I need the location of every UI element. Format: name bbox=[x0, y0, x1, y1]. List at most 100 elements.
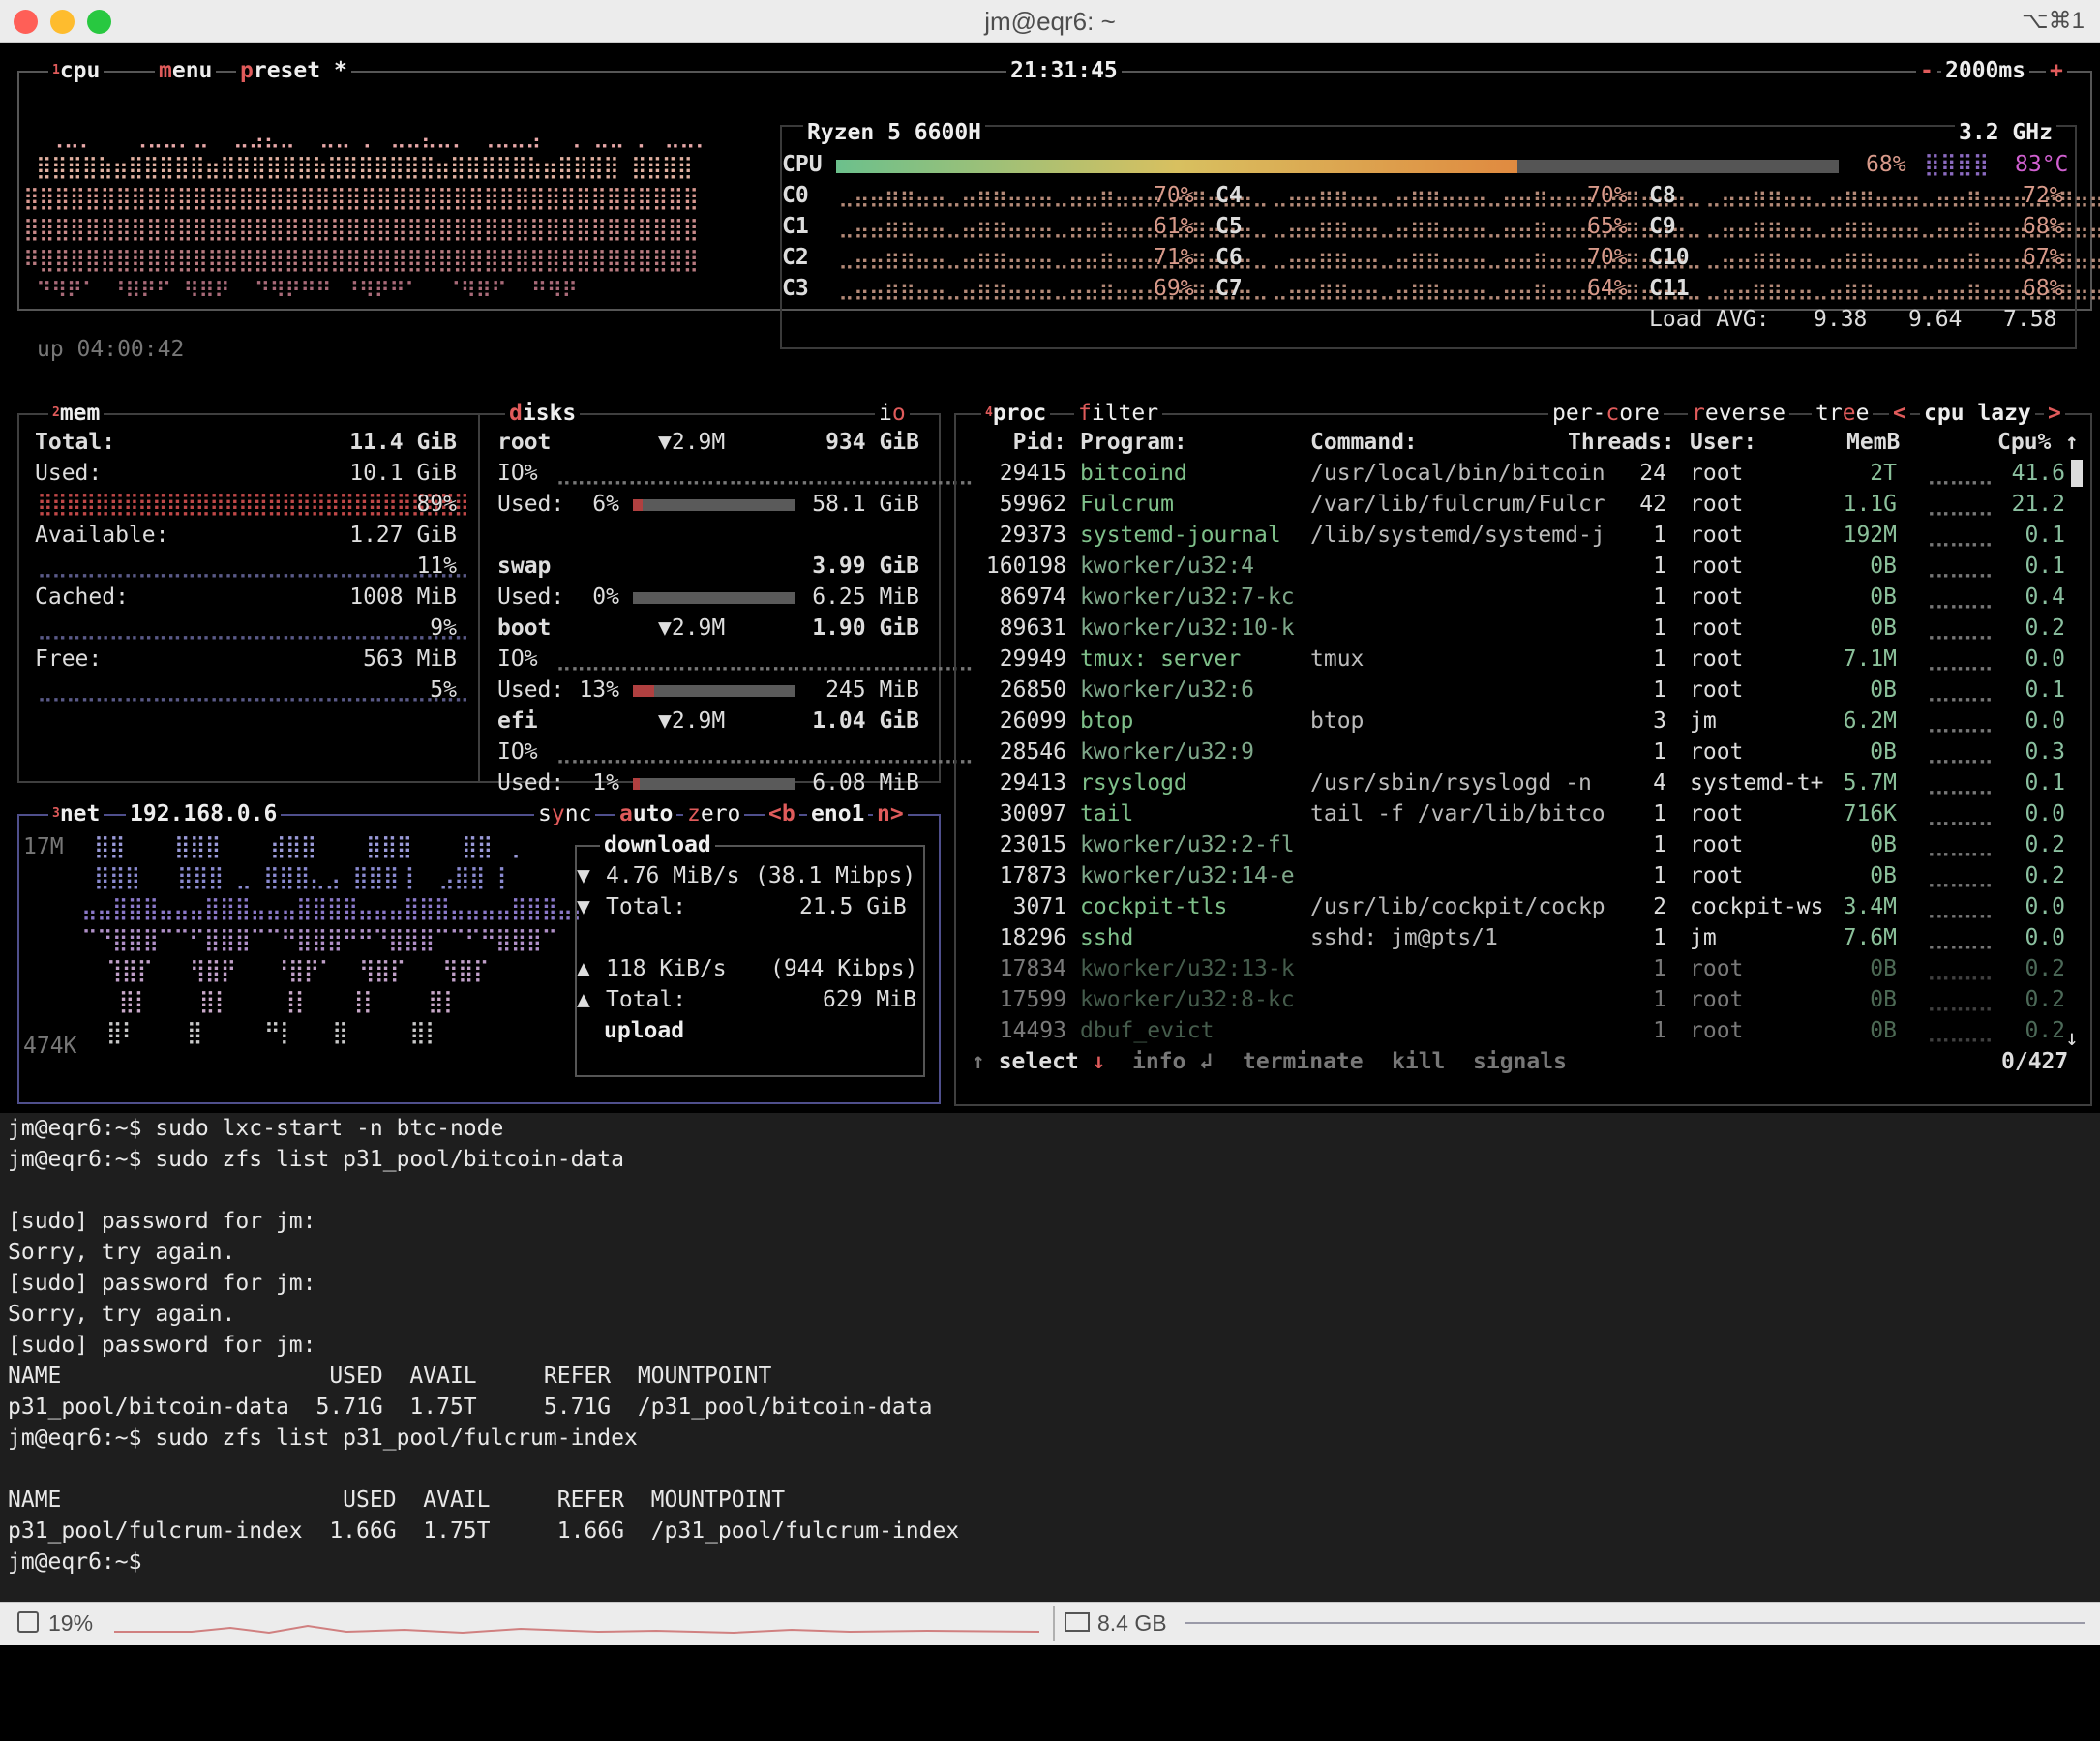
proc-cpu-graph: ⢀⣀⣀⣀⣀ bbox=[1920, 585, 1994, 610]
cpu-frequency: 3.2 GHz bbox=[1955, 119, 2056, 146]
proc-threads: 1 bbox=[1653, 646, 1666, 672]
process-row[interactable]: 29949 tmux: server tmux 1 root 7.1M ⢀⣀⣀⣀⣀ 0.0 bbox=[956, 645, 2069, 676]
interval-decrease-button[interactable]: - bbox=[1916, 57, 1937, 84]
preset-button[interactable]: preset * bbox=[236, 57, 351, 84]
proc-threads: 4 bbox=[1653, 770, 1666, 795]
disk-name[interactable]: swap bbox=[497, 553, 551, 580]
info-button[interactable]: info ↲ bbox=[1132, 1048, 1213, 1075]
core-percent: 70% bbox=[1154, 183, 1194, 208]
col-program[interactable]: Program: bbox=[1080, 429, 1187, 456]
shell-pane[interactable]: jm@eqr6:~$ sudo lxc-start -n btc-node jm@… bbox=[0, 1113, 2100, 1613]
status-divider bbox=[1053, 1606, 1055, 1641]
proc-pid: 29949 bbox=[999, 646, 1066, 672]
disk-name[interactable]: efi bbox=[497, 707, 538, 735]
load-avg-label: Load AVG: bbox=[1649, 307, 1770, 332]
process-row[interactable]: 160198 kworker/u32:4 1 root 0B ⢀⣀⣀⣀⣀ 0.1 bbox=[956, 553, 2069, 584]
kill-button[interactable]: kill bbox=[1392, 1048, 1445, 1075]
process-row[interactable]: 17599 kworker/u32:8-kc 1 root 0B ⢀⣀⣀⣀⣀ 0.2 bbox=[956, 986, 2069, 1017]
process-row[interactable]: 26099 btop btop 3 jm 6.2M ⢀⣀⣀⣀⣀ 0.0 bbox=[956, 707, 2069, 738]
sort-prev-button[interactable]: < bbox=[1889, 400, 1910, 427]
process-row[interactable]: 23015 kworker/u32:2-fl 1 root 0B ⢀⣀⣀⣀⣀ 0.2 bbox=[956, 831, 2069, 862]
proc-mem: 7.6M bbox=[1843, 925, 1897, 950]
terminate-button[interactable]: terminate bbox=[1243, 1048, 1364, 1075]
proc-mem: 0B bbox=[1870, 832, 1897, 857]
scroll-up-icon[interactable]: ↑ bbox=[2065, 429, 2079, 456]
proc-program: kworker/u32:14-e bbox=[1080, 863, 1295, 888]
proc-tab[interactable]: 4proc bbox=[981, 400, 1051, 427]
net-next-iface-button[interactable]: n> bbox=[873, 800, 908, 827]
signals-button[interactable]: signals bbox=[1473, 1048, 1567, 1075]
net-sync-button[interactable]: sync bbox=[534, 800, 596, 827]
proc-cpu: 0.1 bbox=[2025, 677, 2065, 703]
core-graph: ⣀⣤⣤⣶⣶⣤⣤⣀⣤⣶⣶⣤⣤⣤⣀⣤⣤⣶⣤⣤⣤⣀⣤⣶⣤⣤⣤⣀ bbox=[838, 276, 1269, 301]
per-core-toggle[interactable]: per-core bbox=[1548, 400, 1664, 427]
tmux-window-list[interactable]: [0] 0:btop* bbox=[10, 1645, 157, 1677]
menu-button[interactable]: menu bbox=[155, 57, 217, 84]
proc-user: root bbox=[1690, 585, 1744, 610]
core-percent: 68% bbox=[2023, 276, 2063, 301]
process-row[interactable]: 17873 kworker/u32:14-e 1 root 0B ⢀⣀⣀⣀⣀ 0.2 bbox=[956, 862, 2069, 893]
mem-percent: 11% bbox=[416, 554, 457, 579]
process-row[interactable]: 18296 sshd sshd: jm@pts/1 1 jm 7.6M ⢀⣀⣀⣀⣀ 0.0 bbox=[956, 924, 2069, 955]
proc-filter-button[interactable]: filter bbox=[1074, 400, 1163, 427]
proc-user: root bbox=[1690, 987, 1744, 1012]
mem-value: 10.1 GiB bbox=[349, 461, 457, 486]
mem-tab[interactable]: 2mem bbox=[48, 400, 105, 427]
sort-next-button[interactable]: > bbox=[2044, 400, 2065, 427]
col-pid[interactable]: Pid: bbox=[979, 429, 1066, 456]
proc-program: rsyslogd bbox=[1080, 770, 1187, 795]
mem-value: 563 MiB bbox=[363, 646, 457, 672]
proc-command: /usr/lib/cockpit/cockp bbox=[1310, 894, 1605, 919]
col-user[interactable]: User: bbox=[1690, 429, 1756, 456]
proc-pid: 14493 bbox=[999, 1018, 1066, 1043]
process-row[interactable]: 30097 tail tail -f /var/lib/bitco 1 root 716K… bbox=[956, 800, 2069, 831]
proc-cpu-graph: ⢀⣀⣀⣀⣀ bbox=[1920, 863, 1994, 888]
disk-io-label: IO% bbox=[497, 646, 538, 672]
proc-cpu-graph: ⢀⣀⣀⣀⣀ bbox=[1920, 770, 1994, 795]
disks-tab[interactable]: disks bbox=[505, 400, 581, 427]
process-row[interactable]: 17834 kworker/u32:13-k 1 root 0B ⢀⣀⣀⣀⣀ 0.2 bbox=[956, 955, 2069, 986]
net-tab[interactable]: 3net bbox=[48, 800, 105, 827]
process-row[interactable]: 89631 kworker/u32:10-k 1 root 0B ⢀⣀⣀⣀⣀ 0.2 bbox=[956, 615, 2069, 645]
disk-name[interactable]: boot bbox=[497, 615, 551, 642]
process-row[interactable]: 59962 Fulcrum/var/lib/fulcrum/Fulcr 42 root… bbox=[956, 491, 2069, 522]
proc-pid: 23015 bbox=[999, 832, 1066, 857]
process-row[interactable]: 14493 dbuf_evict 1 root 0B ⢀⣀⣀⣀⣀ 0.2 bbox=[956, 1017, 2069, 1048]
io-toggle[interactable]: io bbox=[875, 400, 910, 427]
core-graph: ⣀⣤⣤⣶⣶⣤⣤⣀⣤⣶⣶⣤⣤⣤⣀⣤⣤⣶⣤⣤⣤⣀⣤⣶⣤⣤⣤⣀ bbox=[838, 183, 1269, 208]
tmux-status-right: "eqr6" 21:31 22-Apr-25 bbox=[1797, 1680, 2092, 1705]
process-row[interactable]: 28546 kworker/u32:9 1 root 0B ⢀⣀⣀⣀⣀ 0.3 bbox=[956, 738, 2069, 769]
net-auto-button[interactable]: auto bbox=[615, 800, 677, 827]
proc-user: root bbox=[1690, 646, 1744, 672]
col-threads[interactable]: Threads: bbox=[1568, 429, 1675, 456]
select-button[interactable]: ↑ select ↓ bbox=[972, 1048, 1106, 1075]
proc-user: root bbox=[1690, 492, 1744, 517]
process-row[interactable]: 29413 rsyslogd/usr/sbin/rsyslogd -n 4 syste… bbox=[956, 769, 2069, 800]
mem-label: Free: bbox=[35, 646, 103, 672]
col-memb[interactable]: MemB bbox=[1846, 429, 1900, 456]
col-cpu[interactable]: Cpu% bbox=[1997, 429, 2051, 456]
process-row[interactable]: 86974 kworker/u32:7-kc 1 root 0B ⢀⣀⣀⣀⣀ 0.4 bbox=[956, 584, 2069, 615]
proc-scrollbar-thumb[interactable] bbox=[2071, 460, 2083, 487]
mem-value: 1008 MiB bbox=[349, 585, 457, 610]
disk-name[interactable]: root bbox=[497, 429, 551, 456]
net-prev-iface-button[interactable]: <b bbox=[765, 800, 799, 827]
tree-toggle[interactable]: tree bbox=[1812, 400, 1874, 427]
net-zero-button[interactable]: zero bbox=[683, 800, 745, 827]
net-interface: eno1 bbox=[807, 800, 869, 827]
proc-user: root bbox=[1690, 832, 1744, 857]
proc-command: /var/lib/fulcrum/Fulcr bbox=[1310, 492, 1605, 517]
proc-cpu: 0.2 bbox=[2025, 832, 2065, 857]
cpu-tab[interactable]: 1cpu bbox=[48, 57, 105, 84]
proc-program: kworker/u32:2-fl bbox=[1080, 832, 1295, 857]
system-status-bar: 19% 8.4 GB bbox=[0, 1602, 2100, 1645]
process-row[interactable]: 3071 cockpit-tls/usr/lib/cockpit/cockp 2 co… bbox=[956, 893, 2069, 924]
process-row[interactable]: 29373 systemd-journal/lib/systemd/systemd… bbox=[956, 522, 2069, 553]
interval-increase-button[interactable]: + bbox=[2046, 57, 2067, 84]
process-row[interactable]: 26850 kworker/u32:6 1 root 0B ⢀⣀⣀⣀⣀ 0.1 bbox=[956, 676, 2069, 707]
reverse-toggle[interactable]: reverse bbox=[1688, 400, 1789, 427]
process-row[interactable]: 29415 bitcoind/usr/local/bin/bitcoin 24 roo… bbox=[956, 460, 2069, 491]
disk-used-bar bbox=[633, 592, 795, 604]
col-command[interactable]: Command: bbox=[1310, 429, 1418, 456]
